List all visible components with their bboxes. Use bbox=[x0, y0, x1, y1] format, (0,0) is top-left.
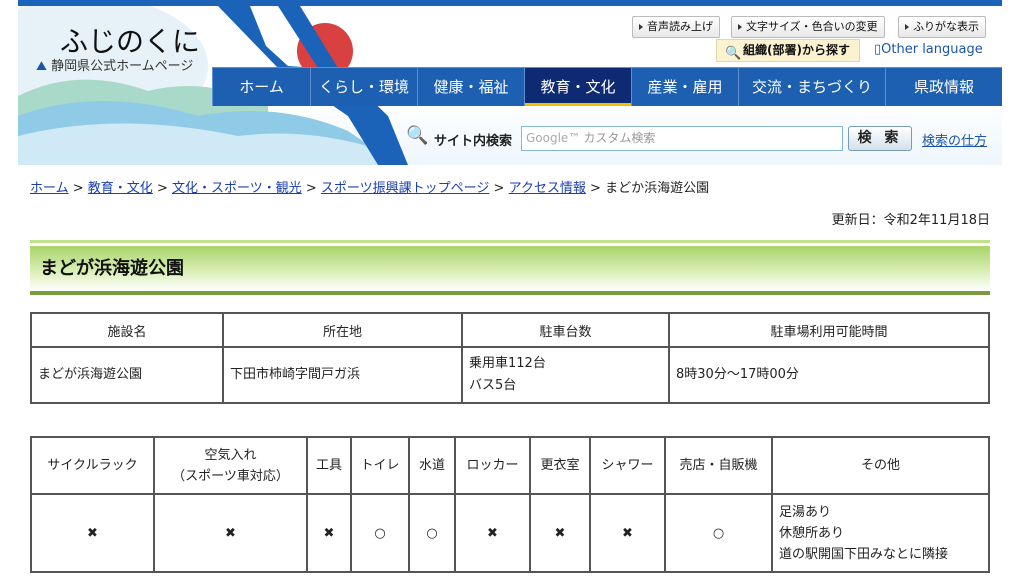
header-parking-count: 駐車台数 bbox=[461, 312, 670, 348]
other-value: 足湯あり休憩所あり道の駅開国下田みなとに隣接 bbox=[771, 493, 990, 573]
search-placeholder: カスタム検索 bbox=[583, 131, 656, 145]
locker-value: ✖ bbox=[454, 493, 531, 573]
breadcrumb-current: まどか浜海遊公園 bbox=[605, 181, 710, 196]
breadcrumb-access[interactable]: アクセス情報 bbox=[509, 181, 586, 196]
toilet-value: ○ bbox=[350, 493, 410, 573]
table-row: まどが浜海遊公園 下田市柿崎字間戸ガ浜 乗用車112台 バス5台 8時30分～17… bbox=[30, 346, 990, 404]
org-search-button[interactable]: 🔍 組織(部署)から探す bbox=[716, 39, 860, 62]
search-icon: 🔍 bbox=[725, 46, 742, 61]
voice-reading-button[interactable]: 音声読み上げ bbox=[632, 16, 720, 38]
org-search-label: 組織(部署)から探す bbox=[743, 43, 850, 57]
header-other: その他 bbox=[771, 436, 990, 495]
facility-name: まどが浜海遊公園 bbox=[30, 346, 224, 404]
nav-government[interactable]: 県政情報 bbox=[885, 68, 1002, 106]
search-button[interactable]: 検 索 bbox=[848, 126, 912, 151]
header-shower: シャワー bbox=[589, 436, 666, 495]
nav-industry[interactable]: 産業・雇用 bbox=[631, 68, 738, 106]
changing-room-value: ✖ bbox=[529, 493, 591, 573]
parking-hours: 8時30分～17時00分 bbox=[668, 346, 990, 404]
updated-date: 更新日：令和2年11月18日 bbox=[831, 213, 990, 228]
air-pump-note: （スポーツ車対応） bbox=[172, 468, 289, 484]
other-footbath: 足湯あり bbox=[779, 504, 832, 520]
magnifier-icon: 🔍 bbox=[406, 125, 429, 146]
water-value: ○ bbox=[408, 493, 456, 573]
header-parking-hours: 駐車場利用可能時間 bbox=[668, 312, 990, 348]
breadcrumb-home[interactable]: ホーム bbox=[30, 181, 69, 196]
header-water: 水道 bbox=[408, 436, 456, 495]
other-language-link[interactable]: ▯Other language bbox=[874, 42, 983, 57]
tools-value: ✖ bbox=[306, 493, 352, 573]
shop-value: ○ bbox=[664, 493, 773, 573]
facility-address: 下田市柿崎字間戸ガ浜 bbox=[222, 346, 463, 404]
logo-subtitle[interactable]: ⛰ 静岡県公式ホームページ bbox=[36, 55, 193, 74]
text-size-color-button[interactable]: 文字サイズ・色合いの変更 bbox=[731, 16, 885, 38]
search-help-link[interactable]: 検索の仕方 bbox=[922, 130, 987, 149]
prefecture-emblem-icon: ⛰ bbox=[36, 59, 47, 74]
parking-cars: 乗用車112台 bbox=[469, 356, 546, 371]
amenities-table: サイクルラック 空気入れ （スポーツ車対応） 工具 トイレ 水道 ロッカー 更衣室… bbox=[30, 436, 990, 573]
header-address: 所在地 bbox=[222, 312, 463, 348]
parking-buses: バス5台 bbox=[469, 378, 517, 393]
site-search-input[interactable]: Google™ カスタム検索 bbox=[521, 126, 843, 151]
furigana-button[interactable]: ふりがな表示 bbox=[898, 16, 986, 38]
air-pump-label: 空気入れ bbox=[204, 447, 257, 463]
google-brand: Google™ bbox=[526, 131, 581, 145]
nav-home[interactable]: ホーム bbox=[212, 68, 310, 106]
logo-subtitle-text: 静岡県公式ホームページ bbox=[51, 59, 194, 74]
header-cycle-rack: サイクルラック bbox=[30, 436, 155, 495]
header-changing-room: 更衣室 bbox=[529, 436, 591, 495]
nav-education[interactable]: 教育・文化 bbox=[524, 68, 631, 106]
main-nav: ホーム くらし・環境 健康・福祉 教育・文化 産業・雇用 交流・まちづくり 県政… bbox=[212, 67, 1002, 106]
other-rest-area: 休憩所あり bbox=[779, 525, 845, 541]
other-language-label: Other language bbox=[881, 42, 983, 57]
header-tools: 工具 bbox=[306, 436, 352, 495]
nav-living[interactable]: くらし・環境 bbox=[310, 68, 417, 106]
header-toilet: トイレ bbox=[350, 436, 410, 495]
table-row: ✖ ✖ ✖ ○ ○ ✖ ✖ ✖ ○ 足湯あり休憩所あり道の駅開国下田みなとに隣接 bbox=[30, 493, 990, 573]
nav-health[interactable]: 健康・福祉 bbox=[417, 68, 524, 106]
site-header: ふじのくに ⛰ 静岡県公式ホームページ 音声読み上げ 文字サイズ・色合いの変更 … bbox=[18, 6, 1002, 165]
breadcrumb-sports-division[interactable]: スポーツ振興課トップページ bbox=[321, 181, 489, 196]
breadcrumb: ホーム > 教育・文化 > 文化・スポーツ・観光 > スポーツ振興課トップページ… bbox=[30, 181, 710, 196]
header-shop: 売店・自販機 bbox=[664, 436, 773, 495]
breadcrumb-culture-sports[interactable]: 文化・スポーツ・観光 bbox=[172, 181, 302, 196]
header-locker: ロッカー bbox=[454, 436, 531, 495]
header-facility-name: 施設名 bbox=[30, 312, 224, 348]
header-air-pump: 空気入れ （スポーツ車対応） bbox=[153, 436, 308, 495]
site-search-label: サイト内検索 bbox=[434, 134, 513, 149]
breadcrumb-education[interactable]: 教育・文化 bbox=[88, 181, 153, 196]
facility-table: 施設名 所在地 駐車台数 駐車場利用可能時間 まどが浜海遊公園 下田市柿崎字間戸… bbox=[30, 312, 990, 404]
page-heading: まどが浜海遊公園 bbox=[30, 240, 990, 295]
logo[interactable]: ふじのくに bbox=[60, 20, 200, 60]
shower-value: ✖ bbox=[589, 493, 666, 573]
air-pump-value: ✖ bbox=[153, 493, 308, 573]
parking-count: 乗用車112台 バス5台 bbox=[461, 346, 670, 404]
other-roadside-station: 道の駅開国下田みなとに隣接 bbox=[779, 546, 949, 562]
nav-community[interactable]: 交流・まちづくり bbox=[738, 68, 885, 106]
page-title: まどが浜海遊公園 bbox=[40, 258, 184, 279]
cycle-rack-value: ✖ bbox=[30, 493, 155, 573]
